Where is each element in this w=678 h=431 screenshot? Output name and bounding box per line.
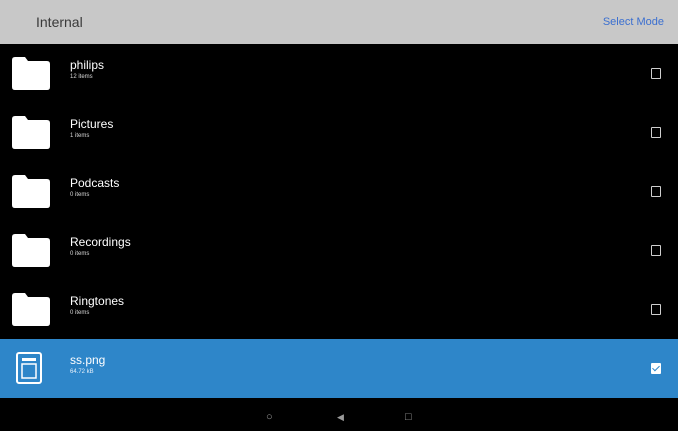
home-icon[interactable]: ○	[266, 411, 273, 423]
item-count: 0 items	[70, 192, 90, 198]
list-item-ss-png[interactable]: ss.png 64.72 kB	[0, 339, 678, 398]
item-name: ss.png	[70, 353, 106, 367]
item-size: 64.72 kB	[70, 369, 94, 375]
top-app-bar: Internal Select Mode	[0, 0, 678, 44]
item-name: philips	[70, 58, 105, 72]
select-checkbox[interactable]	[651, 245, 661, 256]
list-item-pictures[interactable]: Pictures 1 items	[0, 103, 678, 162]
system-navigation-bar: ○ ◀ □	[0, 404, 678, 431]
item-count: 12 items	[70, 74, 93, 80]
item-count: 1 items	[70, 133, 90, 139]
file-list: philips 12 items Pictures 1 items Podcas…	[0, 44, 678, 398]
item-name: Recordings	[70, 235, 131, 249]
select-checkbox[interactable]	[651, 127, 661, 138]
folder-icon	[12, 57, 50, 90]
back-icon[interactable]: ◀	[337, 412, 344, 423]
image-file-icon	[14, 351, 44, 385]
folder-icon	[12, 116, 50, 149]
list-item-ringtones[interactable]: Ringtones 0 items	[0, 280, 678, 339]
folder-icon	[12, 293, 50, 326]
recents-icon[interactable]: □	[405, 411, 412, 423]
file-manager-screen: Internal Select Mode philips 12 items Pi…	[0, 0, 678, 431]
select-checkbox-checked[interactable]	[651, 363, 661, 374]
item-name: Ringtones	[70, 294, 125, 308]
item-count: 0 items	[70, 310, 90, 316]
item-count: 0 items	[70, 251, 90, 257]
item-name: Pictures	[70, 117, 114, 131]
select-checkbox[interactable]	[651, 186, 661, 197]
item-name: Podcasts	[70, 176, 120, 190]
list-item-recordings[interactable]: Recordings 0 items	[0, 221, 678, 280]
select-mode-button[interactable]: Select Mode	[603, 16, 664, 28]
folder-icon	[12, 234, 50, 267]
location-title: Internal	[36, 14, 83, 30]
select-checkbox[interactable]	[651, 304, 661, 315]
select-checkbox[interactable]	[651, 68, 661, 79]
folder-icon	[12, 175, 50, 208]
list-item-podcasts[interactable]: Podcasts 0 items	[0, 162, 678, 221]
list-item-philips[interactable]: philips 12 items	[0, 44, 678, 103]
